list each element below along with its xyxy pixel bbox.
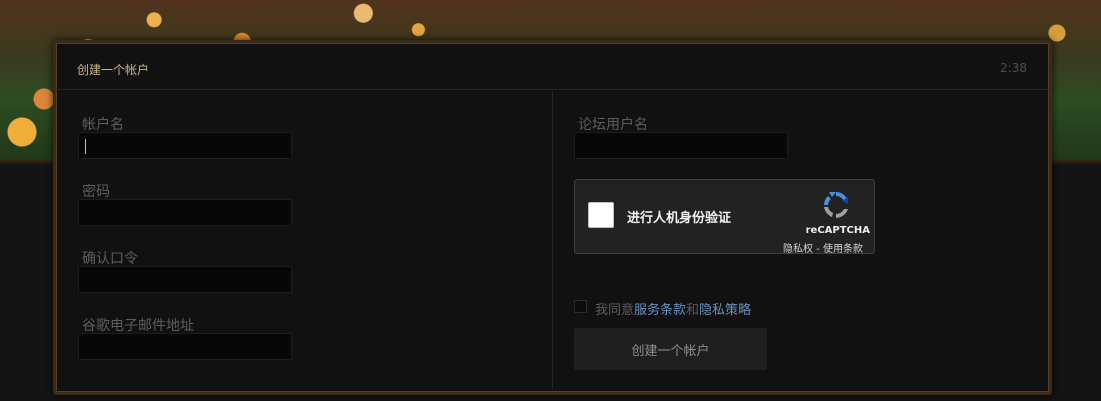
recaptcha-logo-icon	[824, 192, 848, 218]
password-input[interactable]	[78, 199, 292, 226]
privacy-policy-link[interactable]: 隐私策略	[699, 303, 751, 318]
google-email-input[interactable]	[78, 333, 292, 360]
dialog-header: 创建一个帐户 2:38	[56, 43, 1049, 90]
account-name-input[interactable]	[78, 132, 292, 159]
agreement-prefix: 我同意	[595, 303, 635, 318]
terms-of-service-link[interactable]: 服务条款	[634, 303, 686, 318]
confirm-password-input[interactable]	[78, 266, 292, 293]
recaptcha-brand: reCAPTCHA	[805, 225, 870, 236]
agreement-text: 我同意服务条款和隐私策略	[595, 299, 751, 318]
text-caret	[85, 139, 86, 154]
recaptcha-terms-link[interactable]: 使用条款	[823, 244, 863, 255]
column-divider	[552, 91, 553, 389]
recaptcha-links: 隐私权 - 使用条款	[783, 240, 863, 255]
recaptcha-separator: -	[813, 244, 823, 255]
password-label: 密码	[82, 184, 110, 200]
agreement-checkbox[interactable]	[574, 300, 587, 313]
forum-username-label: 论坛用户名	[578, 117, 648, 133]
countdown-timer: 2:38	[1000, 61, 1027, 75]
create-account-button[interactable]: 创建一个帐户	[574, 328, 767, 370]
recaptcha-widget: 进行人机身份验证 reCAPTCHA 隐私权 - 使用条款	[574, 179, 875, 255]
recaptcha-privacy-link[interactable]: 隐私权	[783, 244, 813, 255]
agreement-and: 和	[686, 303, 700, 318]
dialog-title: 创建一个帐户	[77, 63, 150, 77]
forum-username-input[interactable]	[574, 132, 788, 159]
account-name-label: 帐户名	[82, 117, 124, 133]
create-account-dialog: 创建一个帐户 2:38 帐户名 密码 确认口令 谷歌电子邮件地址 论坛用户名 进…	[53, 40, 1052, 395]
confirm-password-label: 确认口令	[82, 251, 138, 267]
google-email-label: 谷歌电子邮件地址	[82, 318, 194, 334]
recaptcha-checkbox[interactable]	[588, 202, 614, 228]
recaptcha-prompt: 进行人机身份验证	[627, 211, 732, 226]
